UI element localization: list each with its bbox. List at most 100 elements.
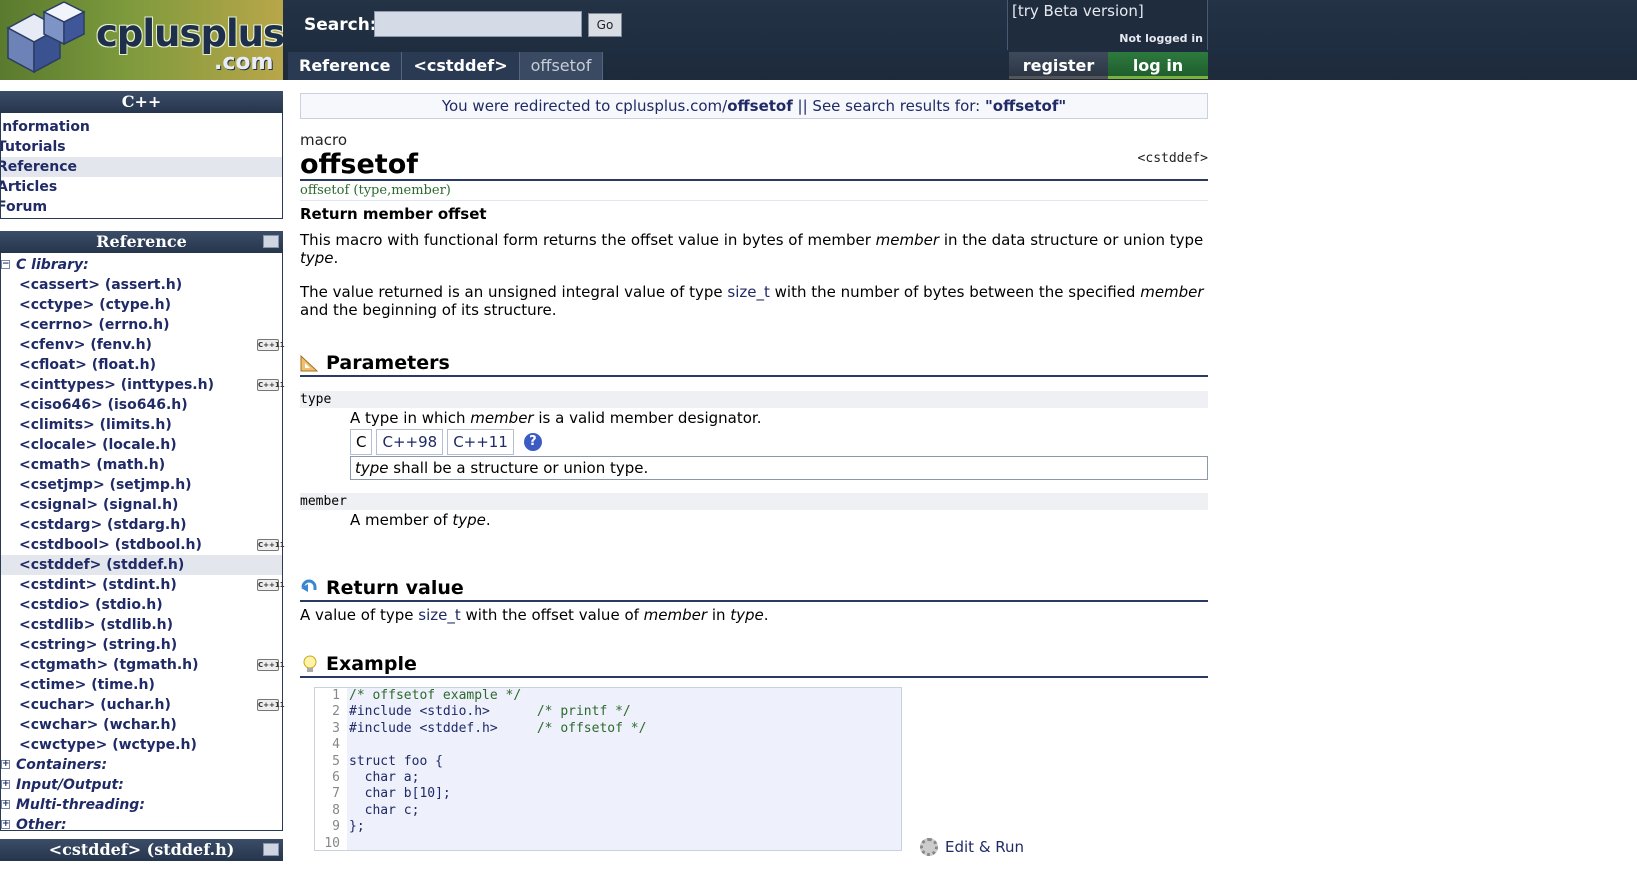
sidebar-reference-header: Reference bbox=[0, 231, 283, 253]
sidebar-header-item[interactable]: <cstdarg> (stdarg.h) bbox=[1, 515, 282, 535]
search-label: Search: bbox=[304, 15, 377, 35]
sidebar-header-item[interactable]: <cstdbool> (stdbool.h) C++11 bbox=[1, 535, 285, 555]
code-lines: 1 /* offsetof example */ 2 #include <stdio.… bbox=[315, 688, 901, 850]
version-content: type shall be a structure or union type. bbox=[350, 456, 1208, 480]
code-text: char c; bbox=[349, 802, 420, 818]
line-number: 2 bbox=[315, 704, 343, 721]
cpp11-badge-icon: C++11 bbox=[257, 699, 285, 711]
sidebar-item-articles[interactable]: Articles bbox=[1, 177, 282, 197]
sidebar-header-item[interactable]: <cstdio> (stdio.h) bbox=[1, 595, 282, 615]
short-description: Return member offset bbox=[300, 205, 487, 223]
category-item[interactable]: + Other: bbox=[1, 815, 282, 835]
category-c-library[interactable]: − C library: bbox=[1, 255, 282, 275]
tab-c[interactable]: C bbox=[350, 429, 373, 455]
sidebar-header-item[interactable]: <cassert> (assert.h) bbox=[1, 275, 282, 295]
code-line: 5 struct foo { bbox=[315, 753, 901, 770]
sidebar-header-item[interactable]: <cctype> (ctype.h) bbox=[1, 295, 282, 315]
redirect-link[interactable]: cplusplus.com/offsetof bbox=[615, 97, 793, 115]
sidebar-item-forum[interactable]: Forum bbox=[1, 197, 282, 217]
register-button[interactable]: register bbox=[1009, 52, 1108, 79]
tab-cpp11[interactable]: C++11 bbox=[447, 429, 514, 455]
code-text: }; bbox=[349, 819, 365, 835]
try-beta-link[interactable]: [try Beta version] bbox=[1012, 2, 1144, 20]
sidebar-header-item[interactable]: <cwctype> (wctype.h) bbox=[1, 735, 282, 755]
book-icon[interactable] bbox=[263, 843, 279, 856]
sidebar-header-item[interactable]: <ctgmath> (tgmath.h) C++11 bbox=[1, 655, 285, 675]
sidebar-header-item[interactable]: <cstdint> (stdint.h) C++11 bbox=[1, 575, 285, 595]
sidebar-header-item[interactable]: <climits> (limits.h) bbox=[1, 415, 282, 435]
entity-kind: macro bbox=[300, 131, 348, 149]
expand-icon[interactable]: + bbox=[1, 820, 10, 829]
sidebar-header-item[interactable]: <clocale> (locale.h) bbox=[1, 435, 282, 455]
breadcrumb-reference[interactable]: Reference bbox=[288, 52, 403, 80]
code-line: 6 char a; bbox=[315, 769, 901, 787]
redirect-separator: || bbox=[792, 97, 813, 115]
sidebar-header-item[interactable]: <ctime> (time.h) bbox=[1, 675, 282, 695]
sidebar-header-item[interactable]: <cmath> (math.h) bbox=[1, 455, 282, 475]
sidebar-header-item[interactable]: <cstdlib> (stdlib.h) bbox=[1, 615, 282, 635]
code-line: 7 char b[10]; bbox=[315, 786, 901, 803]
sidebar-header-item[interactable]: <cstring> (string.h) bbox=[1, 635, 282, 655]
return-value-text: A value of type size_t with the offset v… bbox=[300, 606, 769, 624]
header-name[interactable]: <cstddef> bbox=[1138, 151, 1208, 166]
category-item[interactable]: + Containers: bbox=[1, 755, 282, 775]
category-item[interactable]: + Multi-threading: bbox=[1, 795, 282, 815]
sidebar-header-item[interactable]: <cerrno> (errno.h) bbox=[1, 315, 282, 335]
code-line: 1 /* offsetof example */ bbox=[315, 688, 901, 705]
sidebar-header-item[interactable]: <csignal> (signal.h) bbox=[1, 495, 282, 515]
code-text: char b[10]; bbox=[349, 786, 451, 802]
line-number: 4 bbox=[315, 737, 343, 754]
sidebar-item-information[interactable]: Information bbox=[1, 117, 282, 137]
sidebar: C++ Information Tutorials Reference Article… bbox=[0, 91, 285, 861]
search-results-link[interactable]: See search results for: "offsetof" bbox=[812, 97, 1066, 115]
header-item-label: <cerrno> (errno.h) bbox=[19, 317, 170, 333]
breadcrumb-cstddef[interactable]: <cstddef> bbox=[402, 52, 520, 80]
sidebar-header-item[interactable]: <cfloat> (float.h) bbox=[1, 355, 282, 375]
header-item-label: <cstring> (string.h) bbox=[19, 637, 178, 653]
header-item-label: <cstdio> (stdio.h) bbox=[19, 597, 163, 613]
code-example[interactable]: 1 /* offsetof example */ 2 #include <stdio.… bbox=[314, 687, 902, 851]
sidebar-header-item[interactable]: <cstddef> (stddef.h) bbox=[1, 555, 282, 575]
search-go-button[interactable]: Go bbox=[588, 13, 622, 37]
sidebar-header-title: <cstddef> (stddef.h) bbox=[48, 840, 235, 859]
collapse-icon[interactable]: − bbox=[1, 260, 10, 269]
sidebar-item-reference[interactable]: Reference bbox=[1, 157, 282, 177]
edit-run-button[interactable]: Edit & Run bbox=[920, 838, 1024, 856]
other-categories: + Containers: + Input/Output: + Multi-threadi… bbox=[1, 755, 282, 835]
c-header-list: <cassert> (assert.h) <cctype> (ctype.h) <c… bbox=[1, 275, 285, 755]
version-tabs: C C++98 C++11 ? bbox=[350, 428, 1208, 456]
size-t-link[interactable]: size_t bbox=[418, 606, 460, 624]
sidebar-header-item[interactable]: <cuchar> (uchar.h) C++11 bbox=[1, 695, 285, 715]
login-button[interactable]: log in bbox=[1108, 52, 1208, 79]
top-header: cplusplus .com Search: Go [try Beta vers… bbox=[0, 0, 1637, 80]
sidebar-header-item[interactable]: <cwchar> (wchar.h) bbox=[1, 715, 282, 735]
site-logo[interactable]: cplusplus .com bbox=[0, 0, 283, 80]
help-icon[interactable]: ? bbox=[523, 433, 542, 451]
sidebar-header-item[interactable]: <cinttypes> (inttypes.h) C++11 bbox=[1, 375, 285, 395]
expand-icon[interactable]: + bbox=[1, 780, 10, 789]
header-item-label: <cctype> (ctype.h) bbox=[19, 297, 171, 313]
header-item-label: <cmath> (math.h) bbox=[19, 457, 166, 473]
line-number: 1 bbox=[315, 688, 343, 705]
sidebar-item-tutorials[interactable]: Tutorials bbox=[1, 137, 282, 157]
search-input[interactable] bbox=[374, 11, 582, 37]
code-line: 3 #include <stddef.h> /* offsetof */ bbox=[315, 720, 901, 738]
category-item[interactable]: + Input/Output: bbox=[1, 775, 282, 795]
reference-tree: − C library: <cassert> (assert.h) <cctype… bbox=[0, 253, 285, 833]
header-item-label: <cstdlib> (stdlib.h) bbox=[19, 617, 174, 633]
tab-cpp98[interactable]: C++98 bbox=[376, 429, 444, 455]
code-text: struct foo { bbox=[349, 753, 443, 769]
sidebar-header-item[interactable]: <ciso646> (iso646.h) bbox=[1, 395, 282, 415]
expand-icon[interactable]: + bbox=[1, 800, 10, 809]
book-icon[interactable] bbox=[263, 235, 279, 248]
sidebar-header-item[interactable]: <csetjmp> (setjmp.h) bbox=[1, 475, 282, 495]
page-title: offsetof bbox=[300, 149, 419, 180]
header-item-label: <cfloat> (float.h) bbox=[19, 357, 156, 373]
code-text: /* offsetof example */ bbox=[349, 688, 522, 703]
redirect-text: You were redirected to bbox=[441, 97, 616, 115]
cpp11-badge-icon: C++11 bbox=[257, 539, 285, 551]
expand-icon[interactable]: + bbox=[1, 760, 10, 769]
sidebar-header-item[interactable]: <cfenv> (fenv.h) C++11 bbox=[1, 335, 285, 355]
edit-run-label: Edit & Run bbox=[945, 838, 1025, 856]
size-t-link[interactable]: size_t bbox=[727, 283, 769, 301]
